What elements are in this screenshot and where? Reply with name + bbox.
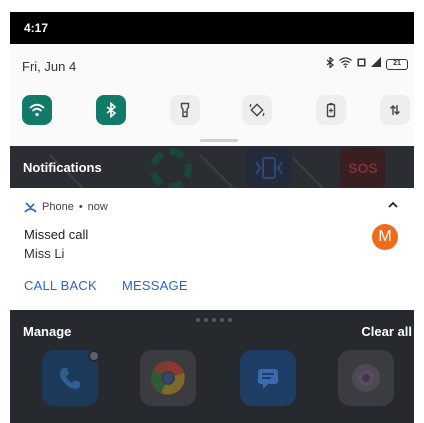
notifications-title: Notifications [23, 160, 102, 175]
page-indicator [196, 318, 232, 322]
avatar: M [372, 224, 398, 250]
notification-body: Miss Li [24, 246, 65, 261]
call-back-button[interactable]: CALL BACK [24, 278, 97, 293]
missed-call-icon [24, 201, 37, 213]
date-label: Fri, Jun 4 [22, 59, 77, 74]
notification-badge [88, 350, 100, 362]
notification-title: Missed call [24, 227, 89, 242]
battery-saver-tile[interactable] [316, 95, 346, 125]
drag-handle[interactable] [200, 139, 238, 142]
bluetooth-status-icon [326, 56, 334, 71]
status-icons: 21 [326, 56, 408, 71]
status-time: 4:17 [24, 21, 49, 35]
wallpaper-line [289, 154, 333, 188]
missed-call-notification[interactable]: Phone • now Missed call Miss Li M CALL B… [10, 188, 414, 310]
wallpaper-line [199, 154, 243, 188]
flashlight-tile[interactable] [170, 95, 200, 125]
manage-button[interactable]: Manage [23, 324, 71, 339]
clear-all-button[interactable]: Clear all [361, 324, 412, 339]
wifi-icon [29, 103, 45, 117]
chrome-app-icon [140, 350, 196, 406]
flashlight-icon [180, 102, 190, 118]
auto-rotate-tile[interactable] [242, 95, 272, 125]
bluetooth-tile[interactable] [96, 95, 126, 125]
bluetooth-icon [106, 101, 117, 119]
messages-app-icon [240, 350, 296, 406]
status-bar: 4:17 [10, 12, 414, 44]
battery-icon: 21 [386, 58, 408, 70]
camera-app-icon [338, 350, 394, 406]
data-arrows-icon [390, 105, 400, 115]
separator-dot: • [78, 201, 83, 213]
signal-icon [371, 57, 381, 71]
notification-footer: Manage Clear all [10, 310, 414, 423]
wifi-tile[interactable] [22, 95, 52, 125]
rotate-icon [249, 103, 265, 117]
battery-saver-icon [326, 103, 336, 118]
sos-app-icon: SOS [340, 148, 386, 188]
notification-app-row: Phone • now [24, 201, 108, 213]
mobile-data-tile[interactable] [380, 95, 410, 125]
notification-time: now [87, 201, 108, 213]
quick-settings-panel: Fri, Jun 4 21 [10, 44, 414, 146]
notifications-header: SOS Notifications [10, 146, 414, 188]
wifi-status-icon [339, 57, 352, 71]
vibration-app-icon [246, 148, 292, 188]
chevron-up-icon[interactable] [386, 198, 400, 212]
message-button[interactable]: MESSAGE [122, 278, 188, 293]
sim-icon [357, 57, 366, 71]
notification-app-name: Phone [42, 201, 74, 213]
settings-app-icon [150, 148, 192, 188]
